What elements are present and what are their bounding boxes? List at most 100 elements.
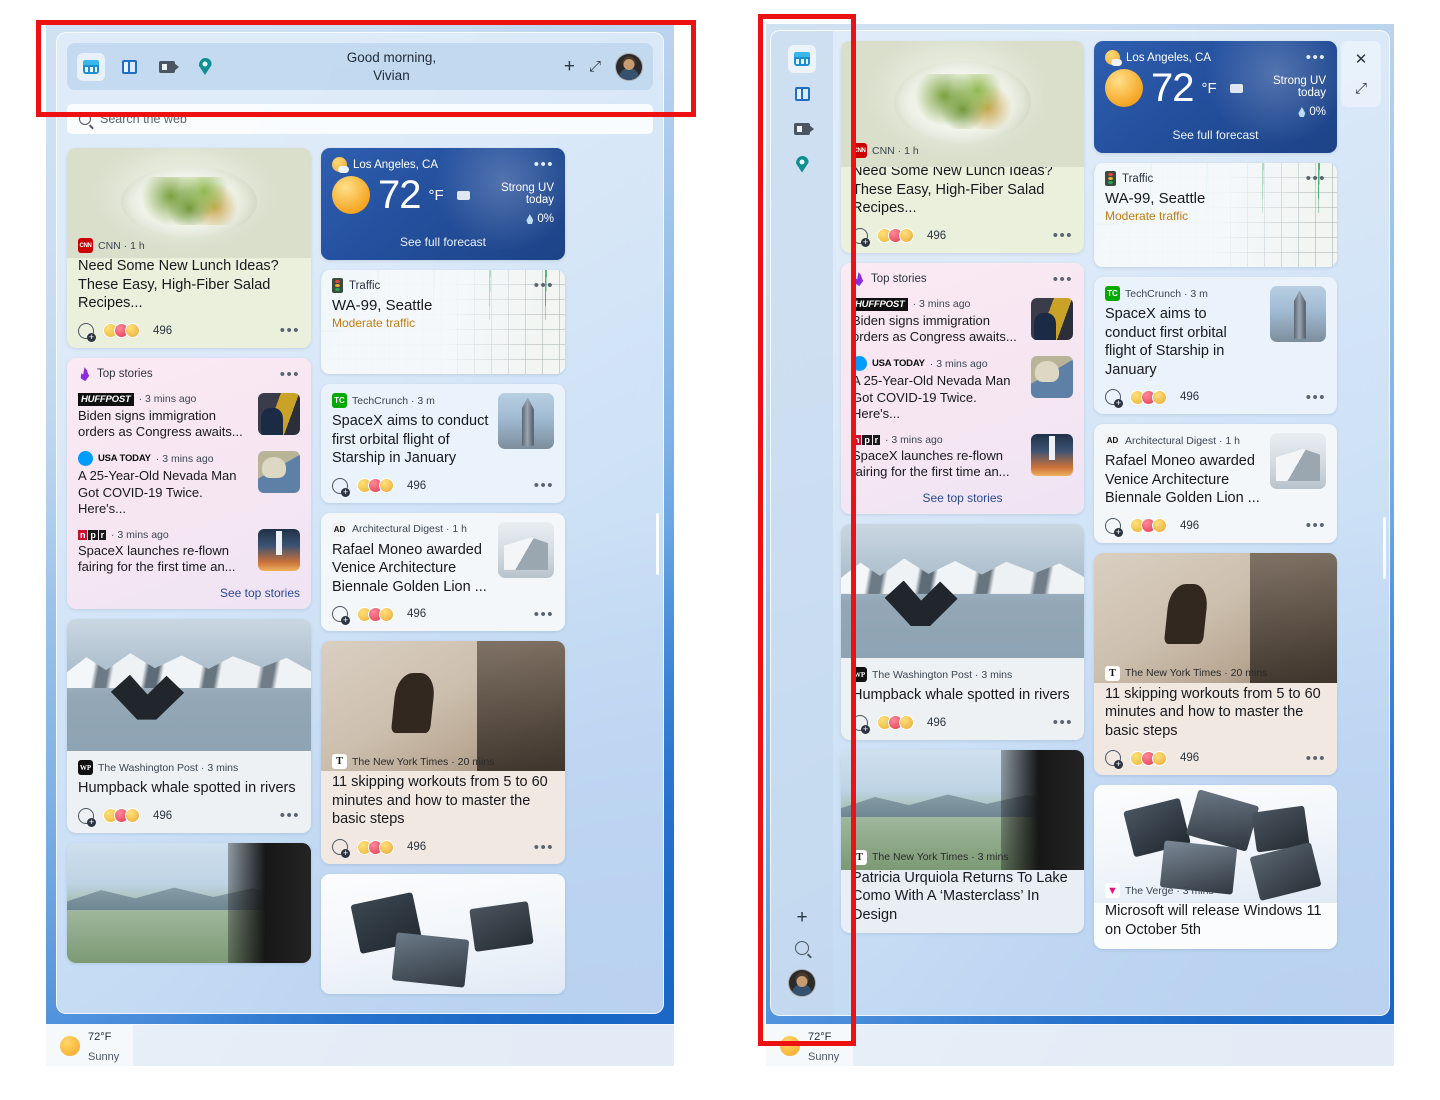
article-card-wapo[interactable]: WP The Washington Post · 3 mins Humpback… xyxy=(67,619,311,833)
board-scrollbar-left[interactable] xyxy=(656,513,659,575)
location-tab-button[interactable] xyxy=(788,150,816,178)
card-more-button[interactable]: ••• xyxy=(1306,390,1326,405)
board-scrollbar-right[interactable] xyxy=(1383,517,1386,579)
add-widget-button[interactable]: + xyxy=(564,57,575,76)
feed-column-right: Los Angeles, CA ••• 72 °F Strong UV toda… xyxy=(321,148,565,995)
location-tab-button[interactable] xyxy=(191,53,219,81)
board-tab-button[interactable] xyxy=(115,53,143,81)
article-card-techcrunch[interactable]: TC TechCrunch · 3 m SpaceX aims to condu… xyxy=(1094,277,1337,415)
add-reaction-icon[interactable] xyxy=(1105,517,1123,537)
top-story-item[interactable]: USA TODAY · 3 mins ago A 25-Year-Old Nev… xyxy=(78,451,300,517)
source-name: CNN · 1 h xyxy=(872,144,919,157)
article-card-cnn[interactable]: CNN CNN · 1 h Need Some New Lunch Ideas?… xyxy=(67,148,311,348)
source-row: ▼ The Verge · 3 mins xyxy=(1105,883,1326,899)
reactions[interactable]: 496 xyxy=(1105,389,1199,409)
card-more-button[interactable]: ••• xyxy=(534,478,554,493)
reactions[interactable]: 496 xyxy=(852,227,946,247)
see-top-stories-link[interactable]: See top stories xyxy=(78,586,300,600)
traffic-card[interactable]: Traffic ••• WA-99, Seattle Moderate traf… xyxy=(321,270,565,375)
source-row: T The New York Times · 20 mins xyxy=(1105,665,1326,681)
see-full-forecast-link[interactable]: See full forecast xyxy=(1105,128,1326,142)
top-stories-card: Top stories ••• HUFFPOST · 3 mins ago Bi… xyxy=(67,357,311,610)
add-reaction-icon[interactable] xyxy=(852,714,870,734)
taskbar-weather-widget[interactable]: 72°F Sunny xyxy=(766,1025,854,1066)
article-card-nyt-skipping[interactable]: T The New York Times · 20 mins 11 skippi… xyxy=(1094,552,1337,776)
weather-more-button[interactable]: ••• xyxy=(534,157,554,172)
expand-icon[interactable]: ⤢ xyxy=(1355,81,1367,96)
reactions[interactable]: 496 xyxy=(852,714,946,734)
article-card-verge-partial[interactable] xyxy=(321,874,565,995)
weather-card[interactable]: Los Angeles, CA ••• 72 °F Strong UV toda… xyxy=(321,148,565,261)
card-more-button[interactable]: ••• xyxy=(1306,751,1326,766)
search-input[interactable]: Search the web xyxy=(67,104,653,135)
reactions[interactable]: 496 xyxy=(332,606,426,626)
top-story-item[interactable]: npr · 3 mins ago SpaceX launches re-flow… xyxy=(852,433,1073,481)
add-reaction-icon[interactable] xyxy=(78,807,96,827)
close-icon[interactable]: ✕ xyxy=(1355,52,1368,67)
partly-cloudy-icon xyxy=(1105,50,1122,66)
traffic-road: WA-99, Seattle xyxy=(1105,190,1206,207)
article-card-cnn[interactable]: CNN CNN · 1 h Need Some New Lunch Ideas?… xyxy=(841,41,1084,253)
card-more-button[interactable]: ••• xyxy=(280,808,300,823)
reaction-row: 496 ••• xyxy=(1105,517,1326,537)
reactions[interactable]: 496 xyxy=(78,322,172,342)
taskbar-weather-widget[interactable]: 72°F Sunny xyxy=(46,1025,134,1066)
add-reaction-icon[interactable] xyxy=(852,227,870,247)
traffic-card[interactable]: Traffic ••• WA-99, Seattle Moderate traf… xyxy=(1094,163,1337,267)
video-tab-button[interactable] xyxy=(153,53,181,81)
weather-more-button[interactable]: ••• xyxy=(1306,50,1326,65)
add-reaction-icon[interactable] xyxy=(1105,750,1123,770)
card-more-button[interactable]: ••• xyxy=(534,607,554,622)
article-card-nyt-lake[interactable]: T The New York Times · 3 mins Patricia U… xyxy=(841,749,1084,934)
board-tab-button[interactable] xyxy=(788,80,816,108)
headline: Rafael Moneo awarded Venice Architecture… xyxy=(332,541,487,595)
top-stories-more-button[interactable]: ••• xyxy=(1053,272,1073,287)
see-top-stories-link[interactable]: See top stories xyxy=(852,491,1073,505)
article-card-nyt-skipping[interactable]: T The New York Times · 20 mins 11 skippi… xyxy=(321,641,565,865)
article-card-wapo[interactable]: WP The Washington Post · 3 mins Humpback… xyxy=(841,524,1084,740)
top-story-item[interactable]: USA TODAY · 3 mins ago A 25-Year-Old Nev… xyxy=(852,356,1073,422)
video-tab-button[interactable] xyxy=(788,115,816,143)
article-card-archdigest[interactable]: AD Architectural Digest · 1 h Rafael Mon… xyxy=(1094,424,1337,543)
widgets-board-right: + CNN CNN · 1 h Need Some New Lunch Idea… xyxy=(770,30,1390,1016)
avatar[interactable] xyxy=(615,52,643,81)
reactions[interactable]: 496 xyxy=(78,807,172,827)
top-story-headline: Biden signs immigration orders as Congre… xyxy=(852,312,1017,345)
add-reaction-icon[interactable] xyxy=(332,839,350,859)
article-card-archdigest[interactable]: AD Architectural Digest · 1 h Rafael Mon… xyxy=(321,512,565,632)
article-card-verge[interactable]: ▼ The Verge · 3 mins Microsoft will rele… xyxy=(1094,785,1337,949)
add-reaction-icon[interactable] xyxy=(1105,389,1123,409)
add-reaction-icon[interactable] xyxy=(332,606,350,626)
add-widget-button[interactable]: + xyxy=(796,908,807,927)
top-story-item[interactable]: HUFFPOST · 3 mins ago Biden signs immigr… xyxy=(78,392,300,441)
article-card-techcrunch[interactable]: TC TechCrunch · 3 m SpaceX aims to condu… xyxy=(321,384,565,503)
reactions[interactable]: 496 xyxy=(332,839,426,859)
reactions[interactable]: 496 xyxy=(1105,750,1199,770)
traffic-more-button[interactable]: ••• xyxy=(534,278,554,293)
top-story-item[interactable]: HUFFPOST · 3 mins ago Biden signs immigr… xyxy=(852,297,1073,346)
add-reaction-icon[interactable] xyxy=(332,477,350,497)
headline: Rafael Moneo awarded Venice Architecture… xyxy=(1105,453,1260,507)
expand-button[interactable]: ⤢ xyxy=(589,59,601,74)
card-more-button[interactable]: ••• xyxy=(1306,518,1326,533)
avatar[interactable] xyxy=(788,969,816,997)
weather-card[interactable]: Los Angeles, CA ••• 72 °F Strong UV toda… xyxy=(1094,41,1337,153)
card-more-button[interactable]: ••• xyxy=(1053,228,1073,243)
card-more-button[interactable]: ••• xyxy=(534,840,554,855)
top-story-item[interactable]: npr · 3 mins ago SpaceX launches re-flow… xyxy=(78,528,300,576)
search-icon[interactable] xyxy=(795,941,809,955)
widgets-tab-button[interactable] xyxy=(788,45,816,73)
card-more-button[interactable]: ••• xyxy=(1053,715,1073,730)
article-card-nyt-lake-partial[interactable] xyxy=(67,842,311,963)
traffic-more-button[interactable]: ••• xyxy=(1306,171,1326,186)
reactions[interactable]: 496 xyxy=(1105,517,1199,537)
add-reaction-icon[interactable] xyxy=(78,322,96,342)
top-stories-more-button[interactable]: ••• xyxy=(280,367,300,382)
search-placeholder: Search the web xyxy=(100,112,187,127)
card-more-button[interactable]: ••• xyxy=(280,323,300,338)
source-name: CNN · 1 h xyxy=(98,239,145,252)
architecturaldigest-logo-icon: AD xyxy=(332,521,347,537)
widgets-tab-button[interactable] xyxy=(77,52,105,81)
see-full-forecast-link[interactable]: See full forecast xyxy=(332,235,554,249)
reactions[interactable]: 496 xyxy=(332,477,426,497)
